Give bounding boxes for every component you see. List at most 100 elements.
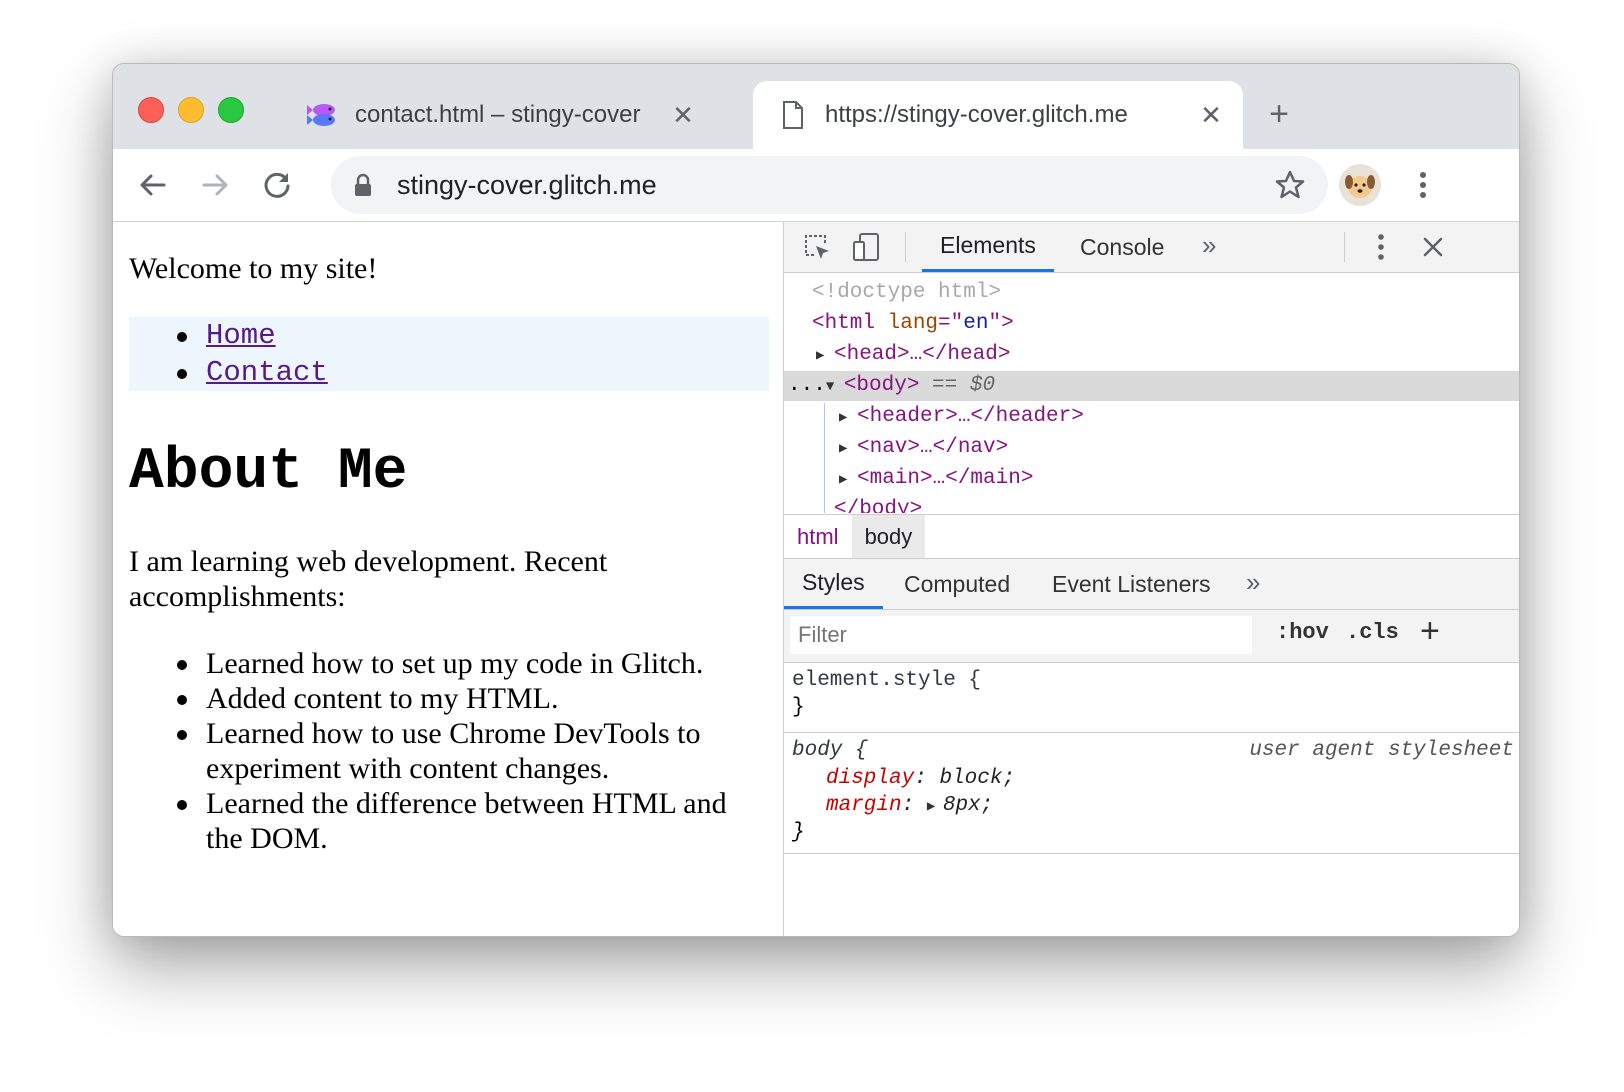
close-tab-icon[interactable]: ✕ [665, 97, 701, 133]
more-vert-icon [1420, 172, 1426, 198]
page-heading: About Me [129, 440, 408, 505]
new-tab-button[interactable]: + [1261, 95, 1297, 133]
style-declaration[interactable]: display: block; [826, 765, 1015, 792]
expand-triangle-icon[interactable]: ▶ [839, 403, 857, 433]
profile-avatar[interactable] [1339, 164, 1381, 206]
body-tag: <body> [843, 374, 920, 397]
body-close-tag: </body> [834, 498, 923, 513]
attr-close: "> [988, 312, 1014, 335]
styles-filter-bar: Filter :hov .cls + [784, 610, 1519, 663]
dom-node-body-close[interactable]: </body> [784, 495, 1519, 513]
style-rules: element.style { } body { user agent styl… [784, 663, 1519, 854]
main-close: …</main> [932, 467, 1034, 490]
html-tag: <html [812, 312, 876, 335]
dom-node-html[interactable]: <html lang="en"> [784, 309, 1519, 339]
tab-console[interactable]: Console [1080, 222, 1164, 272]
accomplishments-list: Learned how to set up my code in Glitch.… [129, 646, 769, 856]
page-viewport: Welcome to my site! Home Contact About M… [113, 222, 783, 936]
zoom-window-button[interactable] [218, 97, 244, 123]
filter-input[interactable]: Filter [790, 616, 1252, 654]
tab-computed[interactable]: Computed [904, 559, 1010, 609]
new-style-rule-icon[interactable]: + [1420, 612, 1440, 651]
browser-toolbar: stingy-cover.glitch.me [113, 149, 1519, 222]
expand-triangle-icon[interactable]: ▶ [839, 465, 857, 495]
forward-button[interactable] [193, 163, 237, 207]
dom-node-nav[interactable]: ▶ <nav>…</nav> [784, 433, 1519, 464]
document-icon [775, 97, 811, 133]
dom-node-doctype[interactable]: <!doctype html> [784, 278, 1519, 308]
list-item: Learned the difference between HTML and … [129, 786, 769, 856]
style-value: 8px; [942, 794, 994, 817]
list-item: Learned how to use Chrome DevTools to ex… [129, 716, 769, 786]
breadcrumb-body[interactable]: body [851, 515, 926, 558]
reload-button[interactable] [255, 163, 299, 207]
welcome-text: Welcome to my site! [129, 252, 378, 285]
header-tag: <header> [857, 405, 958, 428]
close-window-button[interactable] [138, 97, 164, 123]
dom-node-body[interactable]: ...▼ <body> == $0 [784, 371, 1519, 402]
node-actions-dots[interactable]: ... [784, 374, 826, 397]
rule-selector[interactable]: element.style { [792, 667, 981, 694]
header-close: …</header> [957, 405, 1084, 428]
tab-elements[interactable]: Elements [922, 222, 1054, 272]
dom-node-main[interactable]: ▶ <main>…</main> [784, 464, 1519, 495]
tab-contact[interactable]: contact.html – stingy-cover ✕ [283, 81, 715, 149]
nav-link-contact[interactable]: Contact [206, 356, 328, 389]
device-toolbar-icon[interactable] [849, 230, 883, 264]
attr-eq: =" [938, 312, 964, 335]
tab-title: https://stingy-cover.glitch.me [825, 101, 1128, 128]
more-tabs-icon[interactable]: » [1246, 567, 1260, 598]
nav-tag: <nav> [857, 436, 921, 459]
browser-menu-button[interactable] [1401, 163, 1445, 207]
tab-strip: contact.html – stingy-cover ✕ https://st… [113, 64, 1519, 149]
tab-title: contact.html – stingy-cover [355, 101, 641, 128]
address-text: stingy-cover.glitch.me [397, 169, 657, 200]
style-property: margin [826, 794, 902, 817]
devtools-menu-icon[interactable] [1364, 230, 1398, 264]
breadcrumb: html body [784, 514, 1519, 559]
attr-value: en [963, 312, 989, 335]
nav-close: …</nav> [920, 436, 1009, 459]
doctype-text: <!doctype html> [812, 281, 1002, 304]
tab-styles[interactable]: Styles [784, 559, 883, 609]
cls-button[interactable]: .cls [1346, 620, 1399, 645]
nav-link-home[interactable]: Home [206, 319, 276, 352]
devtools-panel: Elements Console » <!doctype html> <html… [783, 222, 1519, 936]
rule-selector[interactable]: body { [792, 737, 868, 764]
dom-tree: <!doctype html> <html lang="en"> ▶ <head>… [784, 273, 1519, 513]
list-item: Added content to my HTML. [129, 681, 769, 716]
back-button[interactable] [131, 163, 175, 207]
tab-event-listeners[interactable]: Event Listeners [1052, 559, 1211, 609]
breadcrumb-html[interactable]: html [784, 515, 852, 558]
style-value: block; [939, 767, 1016, 790]
selected-marker: == $0 [932, 374, 996, 397]
expand-triangle-icon[interactable]: ▶ [927, 794, 943, 821]
expand-triangle-icon[interactable]: ▶ [839, 434, 857, 464]
dom-node-header[interactable]: ▶ <header>…</header> [784, 402, 1519, 433]
bookmark-star-icon[interactable] [1270, 170, 1310, 200]
hov-button[interactable]: :hov [1276, 620, 1329, 645]
close-devtools-icon[interactable] [1416, 230, 1450, 264]
browser-window: contact.html – stingy-cover ✕ https://st… [112, 63, 1520, 937]
more-tabs-icon[interactable]: » [1202, 230, 1216, 261]
expand-triangle-icon[interactable]: ▶ [816, 341, 834, 371]
glitch-fish-icon [305, 97, 341, 133]
minimize-window-button[interactable] [178, 97, 204, 123]
intro-paragraph: I am learning web development. Recent ac… [129, 545, 608, 613]
style-declaration[interactable]: margin: ▶ 8px; [826, 792, 993, 819]
tab-stingy-cover[interactable]: https://stingy-cover.glitch.me ✕ [753, 81, 1243, 149]
address-bar[interactable]: stingy-cover.glitch.me [331, 156, 1328, 214]
rule-close: } [792, 696, 805, 719]
main-tag: <main> [857, 467, 933, 490]
style-property: display [826, 767, 915, 790]
site-nav: Home Contact [129, 317, 769, 391]
sidebar-tabs: Styles Computed Event Listeners » [784, 559, 1519, 610]
dom-node-head[interactable]: ▶ <head>…</head> [784, 340, 1519, 371]
forward-arrow-icon [202, 174, 228, 196]
head-tag: <head> [834, 343, 910, 366]
collapse-triangle-icon[interactable]: ▼ [826, 372, 844, 402]
close-tab-icon[interactable]: ✕ [1193, 97, 1229, 133]
element-style-rule: element.style { } [784, 663, 1519, 733]
inspect-element-icon[interactable] [800, 230, 834, 264]
lock-icon[interactable] [353, 173, 383, 197]
